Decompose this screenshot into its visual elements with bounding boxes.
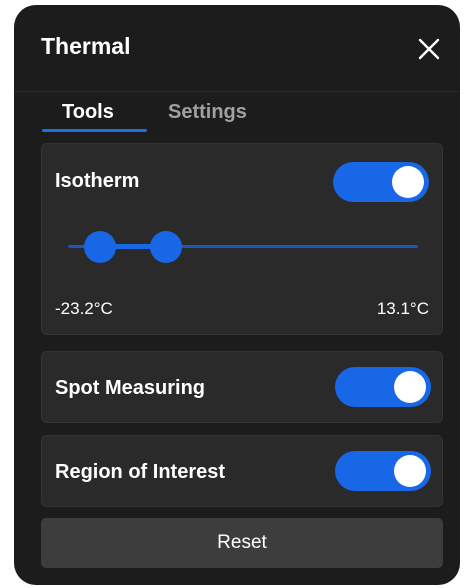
tab-settings[interactable]: Settings [168,101,247,124]
spot-measuring-card: Spot Measuring [41,351,443,423]
toggle-knob [392,166,424,198]
region-of-interest-toggle[interactable] [335,451,431,491]
isotherm-label: Isotherm [55,170,140,192]
panel-header: Thermal [14,5,460,92]
tab-tools[interactable]: Tools [62,101,114,124]
toggle-knob [394,371,426,403]
close-button[interactable] [416,36,442,62]
tab-bar: Tools Settings [14,95,460,135]
isotherm-toggle[interactable] [333,162,429,202]
close-icon [418,38,440,60]
slider-handle-min[interactable] [83,231,116,263]
active-tab-indicator [42,129,147,132]
region-of-interest-label: Region of Interest [55,461,226,483]
panel-title: Thermal [41,33,131,59]
region-of-interest-card: Region of Interest [41,435,443,507]
isotherm-min-value: -23.2°C [55,299,113,318]
isotherm-max-value: 13.1°C [376,299,429,318]
slider-handle-max[interactable] [150,231,182,263]
reset-button[interactable]: Reset [41,518,443,568]
thermal-panel: Thermal Tools Settings Isotherm -23.2°C … [14,5,460,585]
isotherm-range-slider[interactable] [68,230,418,264]
toggle-knob [394,455,426,487]
spot-measuring-toggle[interactable] [335,367,431,407]
spot-measuring-label: Spot Measuring [55,377,206,399]
isotherm-card: Isotherm -23.2°C 13.1°C [41,143,443,335]
